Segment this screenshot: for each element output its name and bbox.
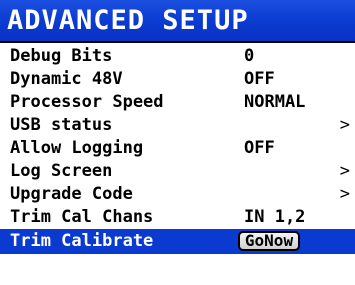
menu-item-label: Log Screen bbox=[10, 161, 113, 181]
menu-item-label: Trim Calibrate bbox=[10, 231, 154, 251]
settings-menu: Debug Bits 0 Dynamic 48V OFF Processor S… bbox=[0, 45, 355, 254]
menu-item-label: Debug Bits bbox=[10, 46, 113, 66]
menu-item-label: Allow Logging bbox=[10, 138, 144, 158]
menu-item-allow-logging[interactable]: Allow Logging OFF bbox=[0, 137, 355, 160]
menu-item-value: IN 1,2 bbox=[244, 207, 306, 227]
chevron-right-icon: > bbox=[339, 161, 350, 181]
page-title: ADVANCED SETUP bbox=[7, 5, 249, 36]
menu-item-value: OFF bbox=[244, 138, 275, 158]
menu-item-trim-cal-chans[interactable]: Trim Cal Chans IN 1,2 bbox=[0, 206, 355, 229]
advanced-setup-screen: ADVANCED SETUP Debug Bits 0 Dynamic 48V … bbox=[0, 0, 355, 285]
menu-item-label: Processor Speed bbox=[10, 92, 164, 112]
menu-item-label: Trim Cal Chans bbox=[10, 207, 154, 227]
menu-item-label: Dynamic 48V bbox=[10, 69, 123, 89]
menu-item-value: NORMAL bbox=[244, 92, 306, 112]
menu-item-log-screen[interactable]: Log Screen > bbox=[0, 160, 355, 183]
title-bar: ADVANCED SETUP bbox=[0, 0, 355, 43]
menu-item-upgrade-code[interactable]: Upgrade Code > bbox=[0, 183, 355, 206]
menu-item-label: USB status bbox=[10, 115, 113, 135]
menu-item-value: 0 bbox=[244, 46, 255, 66]
chevron-right-icon: > bbox=[339, 115, 350, 135]
menu-item-debug-bits[interactable]: Debug Bits 0 bbox=[0, 45, 355, 68]
menu-item-processor-speed[interactable]: Processor Speed NORMAL bbox=[0, 91, 355, 114]
chevron-right-icon: > bbox=[339, 184, 350, 204]
menu-item-dynamic-48v[interactable]: Dynamic 48V OFF bbox=[0, 68, 355, 91]
menu-item-label: Upgrade Code bbox=[10, 184, 133, 204]
menu-item-trim-calibrate[interactable]: Trim Calibrate GoNow bbox=[0, 229, 355, 254]
menu-item-value: OFF bbox=[244, 69, 275, 89]
go-now-button[interactable]: GoNow bbox=[238, 231, 300, 251]
menu-item-usb-status[interactable]: USB status > bbox=[0, 114, 355, 137]
